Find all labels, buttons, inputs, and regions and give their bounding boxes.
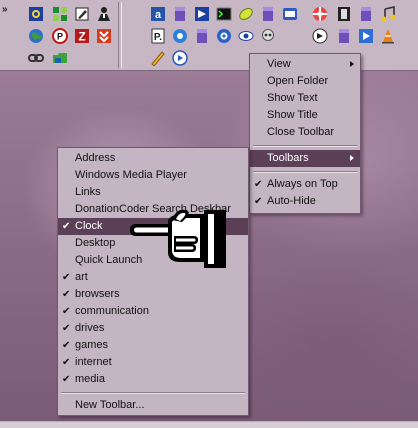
menu-divider	[61, 392, 245, 394]
menu-item-open-folder[interactable]: Open Folder	[250, 73, 360, 90]
filezilla-icon[interactable]: Z	[74, 28, 90, 44]
submenu-item-communication[interactable]: ✔ communication	[58, 303, 248, 320]
film-icon[interactable]	[336, 6, 352, 22]
submenu-item-links[interactable]: Links	[58, 184, 248, 201]
purple-app-icon[interactable]	[358, 6, 374, 22]
menu-item-auto-hide[interactable]: ✔ Auto-Hide	[250, 193, 360, 210]
menu-item-toolbars[interactable]: Toolbars	[250, 150, 360, 167]
toolbars-submenu: Address Windows Media Player Links Donat…	[57, 147, 249, 416]
purple-tool-icon[interactable]	[312, 28, 328, 44]
checkmark-icon: ✔	[62, 374, 71, 385]
submenu-item-internet[interactable]: ✔ internet	[58, 354, 248, 371]
svg-text:a: a	[155, 9, 162, 21]
svg-text:Z: Z	[78, 30, 85, 44]
checkmark-icon: ✔	[254, 196, 263, 207]
checkmark-icon: ✔	[62, 221, 71, 232]
green-folder-icon[interactable]	[52, 50, 68, 66]
docs-icon[interactable]	[194, 28, 210, 44]
no-sign-icon[interactable]: P	[52, 28, 68, 44]
puzzle-icon[interactable]: P.	[150, 28, 166, 44]
menu-item-show-title[interactable]: Show Title	[250, 107, 360, 124]
agent-person-icon[interactable]	[96, 6, 112, 22]
checkmark-icon: ✔	[62, 272, 71, 283]
submenu-item-windows-media-player[interactable]: Windows Media Player	[58, 167, 248, 184]
explorer-icon[interactable]	[194, 6, 210, 22]
terminal-icon[interactable]	[216, 6, 232, 22]
sync-icon[interactable]	[172, 50, 188, 66]
submenu-arrow-icon	[350, 155, 354, 161]
submenu-item-media[interactable]: ✔ media	[58, 371, 248, 388]
leaf-icon[interactable]	[238, 6, 254, 22]
svg-text:P.: P.	[154, 32, 162, 43]
notepad-icon[interactable]	[172, 6, 188, 22]
submenu-item-browsers[interactable]: ✔ browsers	[58, 286, 248, 303]
submenu-item-new-toolbar[interactable]: New Toolbar...	[58, 397, 248, 414]
skull-icon[interactable]	[260, 28, 276, 44]
pencil-tools-icon[interactable]	[74, 6, 90, 22]
photo-icon[interactable]	[260, 6, 276, 22]
media-player-icon[interactable]	[358, 28, 374, 44]
green-blocks-icon[interactable]	[52, 6, 68, 22]
toolbar-context-menu: View Open Folder Show Text Show Title Cl…	[249, 53, 361, 214]
purple-doc-icon[interactable]	[336, 28, 352, 44]
menu-item-always-on-top[interactable]: ✔ Always on Top	[250, 176, 360, 193]
toolbar-separator	[118, 2, 122, 68]
camera-settings-icon[interactable]	[216, 28, 232, 44]
music-notes-icon[interactable]	[380, 6, 396, 22]
submenu-item-address[interactable]: Address	[58, 150, 248, 167]
chrome-icon[interactable]	[172, 28, 188, 44]
checkmark-icon: ✔	[62, 289, 71, 300]
submenu-item-drives[interactable]: ✔ drives	[58, 320, 248, 337]
toolbar-overflow-chevron[interactable]: »	[2, 4, 8, 15]
compress-icon[interactable]	[96, 28, 112, 44]
globe-icon[interactable]	[28, 28, 44, 44]
eye-icon[interactable]	[238, 28, 254, 44]
menu-divider	[253, 171, 357, 173]
quickviewer-icon[interactable]	[28, 6, 44, 22]
checkmark-icon: ✔	[62, 340, 71, 351]
camera-icon[interactable]	[282, 6, 298, 22]
checkmark-icon: ✔	[62, 323, 71, 334]
pointing-hand-icon	[130, 209, 226, 268]
checkmark-icon: ✔	[254, 179, 263, 190]
chain-link-icon[interactable]	[28, 50, 44, 66]
vlc-cone-icon[interactable]	[380, 28, 396, 44]
menu-divider	[253, 145, 357, 147]
menu-item-show-text[interactable]: Show Text	[250, 90, 360, 107]
checkmark-icon: ✔	[62, 306, 71, 317]
pencil-ruler-icon[interactable]	[150, 50, 166, 66]
menu-item-close-toolbar[interactable]: Close Toolbar	[250, 124, 360, 141]
svg-text:P: P	[57, 32, 63, 42]
taskbar-edge	[0, 421, 418, 428]
lifesaver-icon[interactable]	[312, 6, 328, 22]
browser-icon[interactable]: a	[150, 6, 166, 22]
submenu-arrow-icon	[350, 61, 354, 67]
menu-item-view[interactable]: View	[250, 56, 360, 73]
checkmark-icon: ✔	[62, 357, 71, 368]
submenu-item-games[interactable]: ✔ games	[58, 337, 248, 354]
